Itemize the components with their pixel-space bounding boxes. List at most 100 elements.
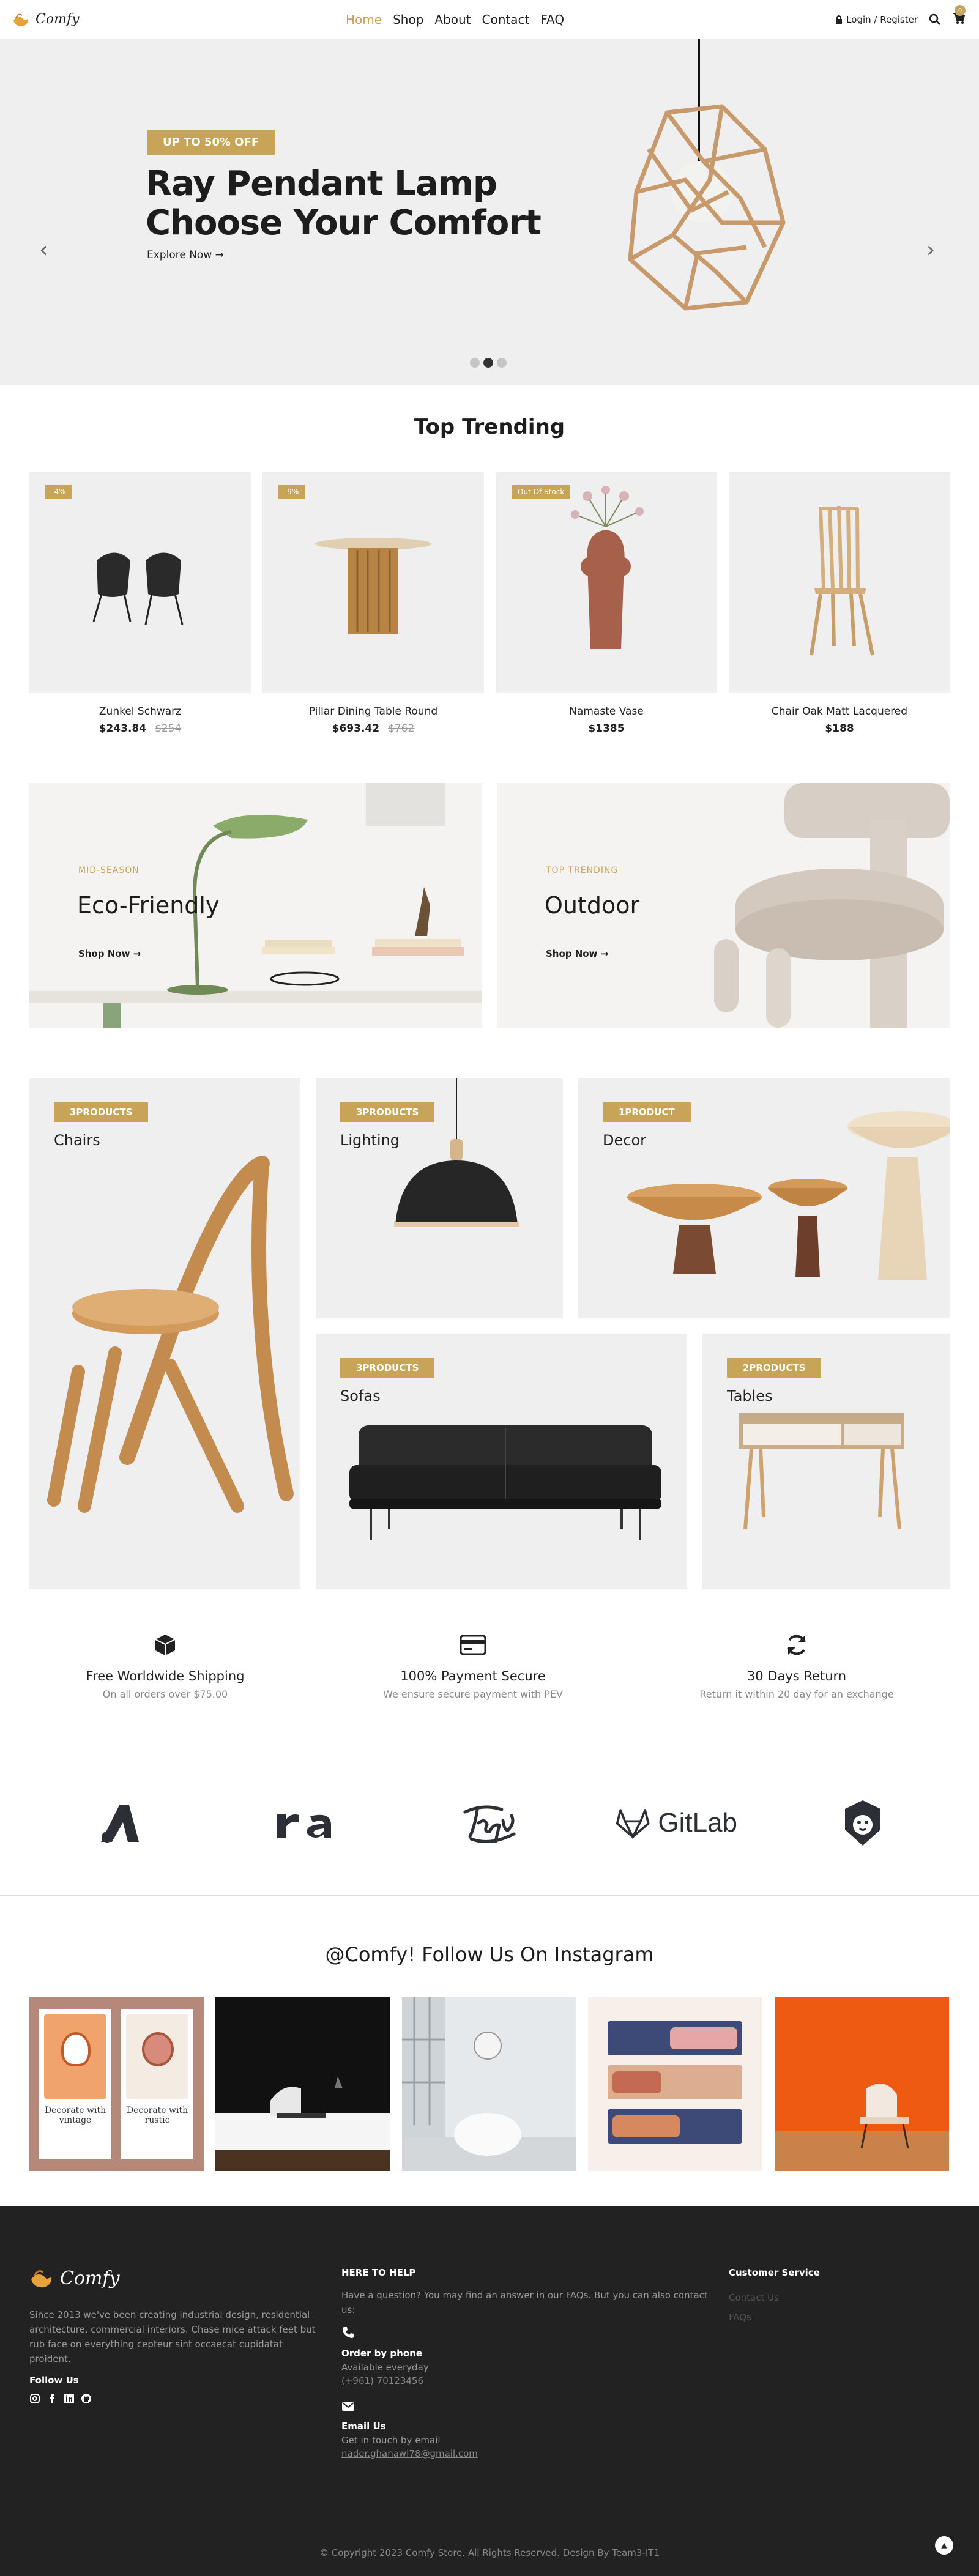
nav-faq[interactable]: FAQ (540, 12, 564, 27)
prev-slide-icon[interactable]: ‹ (39, 239, 48, 261)
shop-now-link[interactable]: Shop Now → (78, 948, 141, 959)
outdoor-banner[interactable]: TOP TRENDING Outdoor Shop Now → (497, 783, 950, 1028)
brand-lion-logo (838, 1798, 887, 1847)
pendant-lamp-image (628, 39, 786, 311)
footer-about-text: Since 2013 we've been creating industria… (29, 2309, 316, 2364)
logo[interactable]: Comfy (12, 12, 80, 28)
category-decor[interactable]: 1PRODUCT Decor (578, 1078, 950, 1318)
mail-icon (342, 2402, 354, 2411)
faqs-link[interactable]: FAQs (729, 2307, 925, 2327)
brand-script-icon (463, 1805, 516, 1843)
slide-dot-2[interactable] (483, 358, 493, 368)
arrow-up-icon: ▲ (941, 2541, 947, 2550)
site-header: Comfy Home Shop About Contact FAQ Login … (0, 0, 979, 39)
product-card[interactable]: Out Of Stock Namaste Vase $1385 (496, 472, 717, 735)
product-image[interactable] (729, 472, 950, 693)
cart-count-badge: 0 (955, 5, 966, 16)
help-title: HERE TO HELP (341, 2267, 416, 2278)
follow-us-label: Follow Us (29, 2375, 79, 2386)
category-tables[interactable]: 2PRODUCTS Tables (702, 1334, 950, 1589)
product-card[interactable]: Chair Oak Matt Lacquered $188 (729, 472, 950, 735)
feature-title: 30 Days Return (746, 1669, 847, 1683)
instagram-post[interactable] (775, 1997, 949, 2171)
product-name[interactable]: Chair Oak Matt Lacquered (729, 705, 950, 718)
product-price: $243.84 $254 (29, 722, 251, 735)
price-old: $254 (155, 722, 182, 735)
slide-dot-3[interactable] (497, 358, 507, 368)
product-name[interactable]: Namaste Vase (496, 705, 717, 718)
hero-title-line2: Choose Your Comfort (146, 203, 542, 243)
help-text: Have a question? You may find an answer … (341, 2290, 708, 2315)
stock-tag: Out Of Stock (512, 485, 571, 499)
vase-image (571, 486, 644, 649)
facebook-icon[interactable] (47, 2393, 58, 2404)
shop-now-link[interactable]: Shop Now → (546, 948, 608, 959)
product-card[interactable]: -9% Pillar Dining Table Round $693.42 $76… (262, 472, 484, 735)
linkedin-icon[interactable] (64, 2393, 75, 2404)
phone-icon (343, 2327, 354, 2338)
banner-title: Outdoor (545, 892, 640, 919)
explore-now-link[interactable]: Explore Now → (147, 249, 224, 261)
table-image (315, 538, 431, 634)
brand-script-logo (456, 1798, 523, 1847)
email-subtitle: Get in touch by email (341, 2435, 441, 2446)
instagram-post[interactable] (588, 1997, 762, 2171)
product-name[interactable]: Pillar Dining Table Round (262, 705, 484, 718)
scroll-to-top-button[interactable]: ▲ (935, 2536, 953, 2555)
feature-desc: On all orders over $75.00 (102, 1688, 228, 1700)
search-icon[interactable] (929, 13, 941, 26)
credit-card-icon (460, 1635, 486, 1655)
post-card-vintage: Decorate with vintage (39, 2009, 111, 2159)
brand-lion-icon (845, 1800, 880, 1846)
eco-friendly-banner[interactable]: MID-SEASON Eco-Friendly Shop Now → (29, 783, 482, 1028)
nav-contact[interactable]: Contact (482, 12, 530, 27)
category-sofas[interactable]: 3PRODUCTS Sofas (316, 1334, 687, 1589)
product-image[interactable]: -4% (29, 472, 251, 693)
category-chairs[interactable]: 3PRODUCTS Chairs (29, 1078, 300, 1589)
instagram-icon[interactable] (29, 2393, 40, 2404)
post-banner-2 (608, 2065, 742, 2099)
login-link[interactable]: Login / Register (835, 14, 918, 25)
login-label: Login / Register (846, 14, 918, 25)
next-slide-icon[interactable]: › (926, 239, 935, 261)
discount-tag: -4% (45, 485, 72, 499)
footer-logo[interactable]: Comfy (29, 2267, 326, 2289)
nav-home[interactable]: Home (346, 12, 382, 27)
instagram-post[interactable]: Decorate with vintage Decorate with rust… (29, 1997, 204, 2171)
price-current: $243.84 (99, 722, 147, 735)
site-footer: Comfy Since 2013 we've been creating ind… (0, 2206, 979, 2576)
github-icon[interactable] (81, 2393, 92, 2404)
instagram-post[interactable] (402, 1997, 576, 2171)
logo-icon (31, 2270, 52, 2288)
copyright: © Copyright 2023 Comfy Store. All Rights… (319, 2547, 660, 2558)
service-links: Contact Us FAQs (729, 2288, 925, 2327)
room-photo (402, 1997, 576, 2171)
logo-icon (13, 13, 28, 26)
category-lighting[interactable]: 3PRODUCTS Lighting (316, 1078, 563, 1318)
post-banner-3 (608, 2109, 742, 2144)
chair-image (47, 1156, 294, 1513)
phone-link[interactable]: (+961) 70123456 (341, 2375, 423, 2386)
post-text: Decorate with vintage (44, 2106, 106, 2125)
cart-button[interactable]: 0 (952, 5, 966, 27)
product-image[interactable]: -9% (262, 472, 484, 693)
email-link[interactable]: nader.ghanawi78@gmail.com (341, 2448, 478, 2459)
nav-shop[interactable]: Shop (393, 12, 423, 27)
contact-us-link[interactable]: Contact Us (729, 2288, 925, 2307)
desk-image (739, 1413, 904, 1530)
product-card[interactable]: -4% Zunkel Schwarz $243.84 $254 (29, 472, 251, 735)
chair-photo (126, 2014, 188, 2099)
product-image[interactable]: Out Of Stock (496, 472, 717, 693)
nav-about[interactable]: About (434, 12, 471, 27)
price-current: $1385 (588, 722, 625, 735)
slide-dot-1[interactable] (470, 358, 480, 368)
pendant-light-image (394, 1078, 519, 1227)
product-name[interactable]: Zunkel Schwarz (29, 705, 251, 718)
instagram-post[interactable] (215, 1997, 390, 2171)
feature-title: Free Worldwide Shipping (86, 1669, 245, 1683)
gitlab-logo: GitLab (615, 1798, 737, 1847)
hero-slider: UP TO 50% OFF Ray Pendant Lamp Choose You… (0, 39, 979, 385)
divider (0, 1895, 979, 1896)
decor-bowls-image (627, 1111, 950, 1280)
chair-image (810, 505, 874, 656)
